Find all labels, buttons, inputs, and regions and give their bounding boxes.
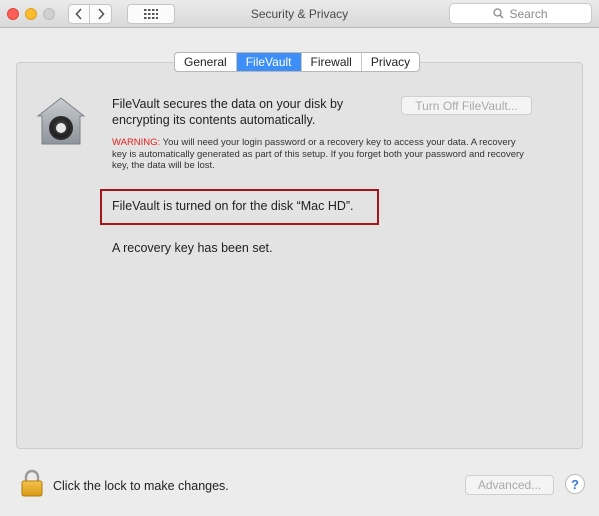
tab-general[interactable]: General	[175, 53, 236, 71]
search-placeholder: Search	[509, 6, 548, 21]
lock-icon[interactable]	[21, 469, 43, 497]
help-button[interactable]: ?	[565, 474, 585, 494]
tab-privacy[interactable]: Privacy	[360, 53, 419, 71]
title-bar: Security & Privacy Search	[0, 0, 599, 28]
tab-bar: General FileVault Firewall Privacy	[174, 52, 421, 72]
lock-message: Click the lock to make changes.	[53, 479, 229, 493]
search-icon	[493, 8, 505, 19]
turn-off-filevault-button[interactable]: Turn Off FileVault...	[401, 96, 532, 115]
filevault-status: FileVault is turned on for the disk “Mac…	[112, 199, 354, 213]
warning-message: WARNING: You will need your login passwo…	[112, 137, 530, 172]
search-input[interactable]: Search	[449, 3, 592, 24]
warning-text: You will need your login password or a r…	[112, 137, 524, 171]
warning-label: WARNING:	[112, 137, 161, 148]
filevault-icon	[36, 97, 86, 145]
tab-firewall[interactable]: Firewall	[300, 53, 361, 71]
recovery-key-status: A recovery key has been set.	[112, 241, 273, 255]
filevault-description: FileVault secures the data on your disk …	[112, 97, 344, 127]
advanced-button[interactable]: Advanced...	[465, 475, 554, 495]
tab-filevault[interactable]: FileVault	[235, 53, 301, 71]
